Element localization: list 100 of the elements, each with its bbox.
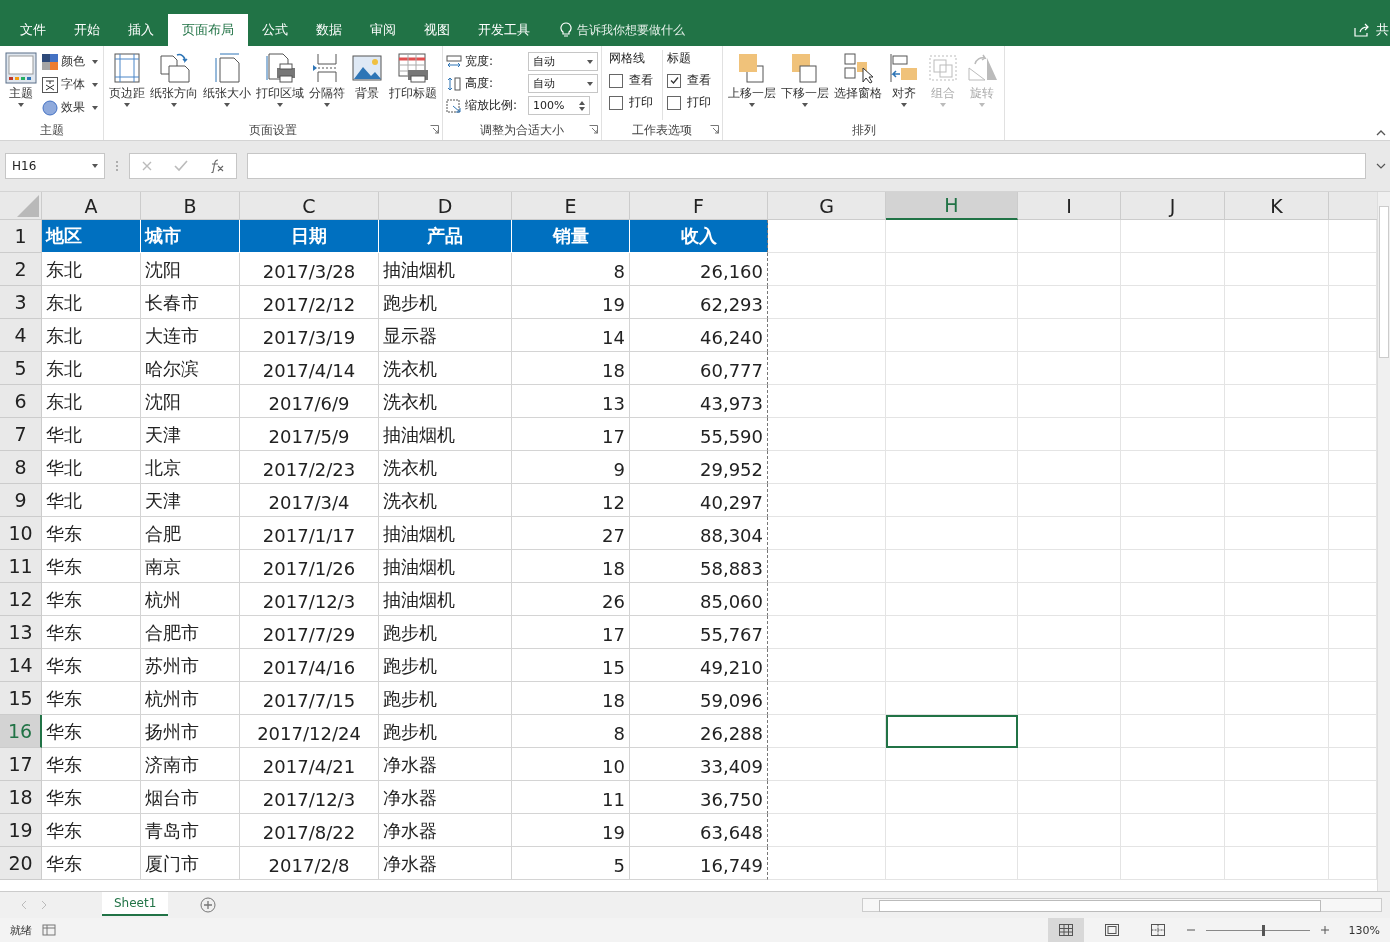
row-header[interactable]: 14: [0, 649, 42, 682]
row-header[interactable]: 12: [0, 583, 42, 616]
row-header[interactable]: 9: [0, 484, 42, 517]
ribbon-tab[interactable]: 审阅: [356, 14, 410, 46]
row-header[interactable]: 2: [0, 253, 42, 286]
column-header[interactable]: K: [1225, 192, 1329, 220]
ribbon-button[interactable]: 打印区域: [254, 50, 306, 120]
ribbon-tab[interactable]: 公式: [248, 14, 302, 46]
ribbon-button[interactable]: 打印标题: [387, 50, 439, 120]
row-header[interactable]: 15: [0, 682, 42, 715]
header-cell: 销量: [512, 220, 630, 253]
table-cell: 18: [512, 352, 630, 385]
field-label: 缩放比例:: [465, 97, 519, 114]
table-cell: 沈阳: [141, 253, 240, 286]
column-header[interactable]: D: [379, 192, 512, 220]
row-header[interactable]: 8: [0, 451, 42, 484]
ribbon-tab[interactable]: 插入: [114, 14, 168, 46]
ribbon-button[interactable]: 选择窗格: [832, 50, 884, 120]
dropdown-field[interactable]: 自动: [528, 74, 598, 93]
row-header[interactable]: 3: [0, 286, 42, 319]
table-cell: 抽油烟机: [379, 253, 512, 286]
row-header[interactable]: 6: [0, 385, 42, 418]
ribbon-tab[interactable]: 开始: [60, 14, 114, 46]
row-header[interactable]: 10: [0, 517, 42, 550]
name-box[interactable]: H16: [5, 153, 105, 179]
table-cell: 显示器: [379, 319, 512, 352]
column-header[interactable]: G: [768, 192, 886, 220]
table-cell: 55,767: [630, 616, 768, 649]
tell-me-search[interactable]: 告诉我你想要做什么: [554, 14, 691, 46]
field-label: 高度:: [465, 75, 495, 92]
ribbon-button[interactable]: 下移一层: [779, 50, 831, 120]
ribbon-button[interactable]: 纸张大小: [201, 50, 253, 120]
table-cell: 62,293: [630, 286, 768, 319]
table-cell: 合肥市: [141, 616, 240, 649]
share-button[interactable]: 共: [1344, 14, 1390, 46]
row-header[interactable]: 4: [0, 319, 42, 352]
theme-option-button[interactable]: 字体: [40, 75, 100, 94]
table-cell: 40,297: [630, 484, 768, 517]
field-label: 宽度:: [465, 53, 495, 70]
ribbon-button[interactable]: 页边距: [107, 50, 147, 120]
table-cell: 华东: [42, 814, 141, 847]
row-header[interactable]: 7: [0, 418, 42, 451]
theme-option-button[interactable]: 效果: [40, 98, 100, 117]
column-header[interactable]: I: [1018, 192, 1121, 220]
table-cell: 33,409: [630, 748, 768, 781]
row-header[interactable]: 1: [0, 220, 42, 253]
table-cell: 27: [512, 517, 630, 550]
table-cell: 长春市: [141, 286, 240, 319]
ribbon-tab[interactable]: 文件: [6, 14, 60, 46]
ribbon-button[interactable]: 上移一层: [726, 50, 778, 120]
table-cell: 天津: [141, 484, 240, 517]
table-cell: 88,304: [630, 517, 768, 550]
table-cell: 10: [512, 748, 630, 781]
column-header[interactable]: C: [240, 192, 379, 220]
ribbon-button[interactable]: 分隔符: [307, 50, 347, 120]
ribbon-button[interactable]: 对齐: [885, 50, 923, 120]
themes-button[interactable]: 主题: [3, 50, 39, 120]
column-header[interactable]: A: [42, 192, 141, 220]
sheet-tab[interactable]: Sheet1: [102, 892, 169, 916]
dropdown-field[interactable]: 自动: [528, 52, 598, 71]
table-cell: 60,777: [630, 352, 768, 385]
column-header[interactable]: H: [886, 192, 1018, 220]
group-label: 页面设置: [249, 121, 297, 139]
table-cell: 东北: [42, 352, 141, 385]
row-header[interactable]: 18: [0, 781, 42, 814]
table-cell: 12: [512, 484, 630, 517]
column-header[interactable]: J: [1121, 192, 1225, 220]
ribbon-tab[interactable]: 页面布局: [168, 14, 248, 46]
row-header[interactable]: 16: [0, 715, 42, 748]
row-header[interactable]: 20: [0, 847, 42, 880]
ribbon-tab[interactable]: 数据: [302, 14, 356, 46]
table-cell: 苏州市: [141, 649, 240, 682]
column-header[interactable]: F: [630, 192, 768, 220]
table-cell: 华东: [42, 682, 141, 715]
table-cell: 63,648: [630, 814, 768, 847]
row-header[interactable]: 11: [0, 550, 42, 583]
ribbon-button[interactable]: 背景: [348, 50, 386, 120]
table-cell: 洗衣机: [379, 385, 512, 418]
status-text: 就绪: [10, 922, 32, 938]
table-cell: 华东: [42, 847, 141, 880]
ribbon-tab[interactable]: 开发工具: [464, 14, 544, 46]
table-cell: 19: [512, 814, 630, 847]
dropdown-field[interactable]: 100%: [528, 96, 590, 115]
column-header[interactable]: E: [512, 192, 630, 220]
row-header[interactable]: 13: [0, 616, 42, 649]
column-header[interactable]: B: [141, 192, 240, 220]
row-header[interactable]: 5: [0, 352, 42, 385]
zoom-level[interactable]: 130%: [1340, 923, 1380, 937]
table-cell: 8: [512, 715, 630, 748]
table-cell: 大连市: [141, 319, 240, 352]
table-cell: 华北: [42, 484, 141, 517]
table-cell: 济南市: [141, 748, 240, 781]
group-label: 调整为合适大小: [480, 121, 564, 139]
ribbon-button[interactable]: 纸张方向: [148, 50, 200, 120]
row-header[interactable]: 17: [0, 748, 42, 781]
ribbon-tab[interactable]: 视图: [410, 14, 464, 46]
table-cell: 2017/5/9: [240, 418, 379, 451]
theme-option-button[interactable]: 颜色: [40, 52, 100, 71]
table-cell: 55,590: [630, 418, 768, 451]
row-header[interactable]: 19: [0, 814, 42, 847]
